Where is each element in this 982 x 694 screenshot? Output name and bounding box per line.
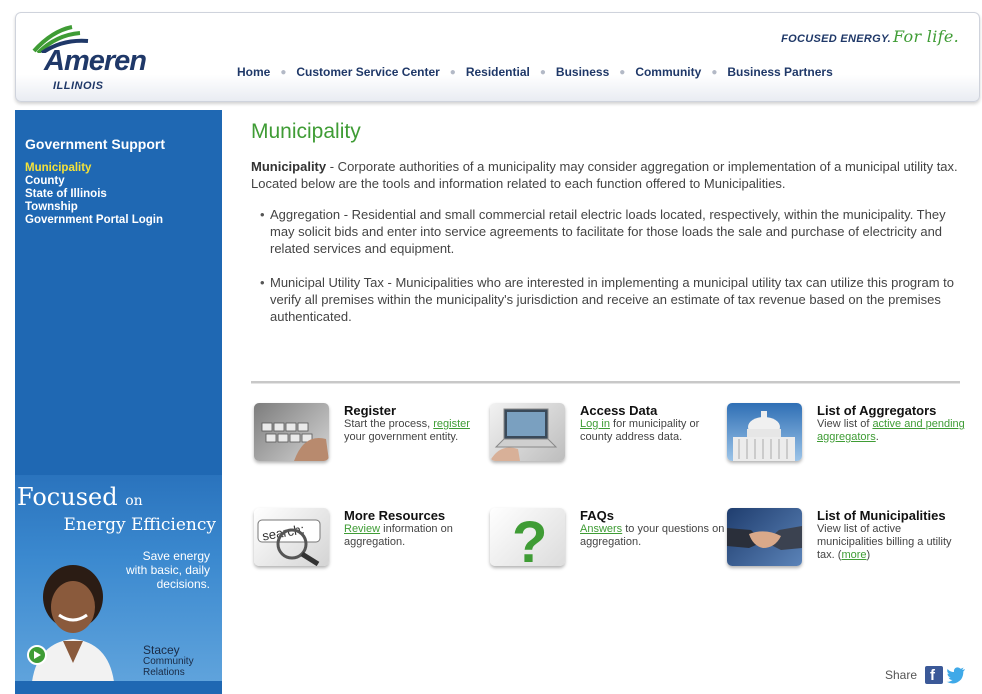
desc-text: Start the process, <box>344 418 434 430</box>
nav-business-partners[interactable]: Business Partners <box>727 65 832 79</box>
ameren-logo[interactable]: Ameren ILLINOIS <box>26 23 166 92</box>
tile-register-desc: Start the process, register your governm… <box>344 418 494 444</box>
search-graphic: search: <box>257 519 321 566</box>
handshake-graphic <box>727 526 802 550</box>
desc-text: . <box>875 431 879 443</box>
sidebar-item-government-portal-login[interactable]: Government Portal Login <box>25 214 163 227</box>
promo-save-line: Save energy <box>142 549 210 563</box>
nav-residential[interactable]: Residential <box>466 65 530 79</box>
more-link[interactable]: more <box>841 549 866 561</box>
section-divider <box>251 381 960 384</box>
nav-home[interactable]: Home <box>237 65 270 79</box>
facebook-icon[interactable] <box>925 666 944 684</box>
promo-person-name: Stacey <box>143 643 180 657</box>
sidebar: Government Support Municipality County S… <box>15 110 222 694</box>
promo-person-role: Community Relations <box>143 656 194 678</box>
search-icon[interactable]: search: <box>254 508 329 566</box>
tile-access-data-text: Access Data Log in for municipality or c… <box>580 403 730 444</box>
svg-text:?: ? <box>512 510 547 566</box>
tile-aggregators-title[interactable]: List of Aggregators <box>817 403 967 418</box>
desc-text: View list of <box>817 418 873 430</box>
question-graphic: ? <box>512 510 547 566</box>
tile-more-resources-text: More Resources Review information on agg… <box>344 508 494 549</box>
tile-aggregators-desc: View list of active and pending aggregat… <box>817 418 967 444</box>
promo-save-line: with basic, daily <box>125 563 210 577</box>
promo-energy-efficiency: Energy Efficiency <box>63 515 216 535</box>
tile-aggregators-text: List of Aggregators View list of active … <box>817 403 967 444</box>
function-list: Aggregation - Residential and small comm… <box>260 206 963 325</box>
share-bar: Share <box>885 666 966 684</box>
logo-subtitle: ILLINOIS <box>53 80 104 92</box>
keyboard-icon[interactable] <box>254 403 329 461</box>
tile-faqs-text: FAQs Answers to your questions on aggreg… <box>580 508 730 549</box>
tile-municipalities-title[interactable]: List of Municipalities <box>817 508 967 523</box>
tile-register-title[interactable]: Register <box>344 403 494 418</box>
sidebar-title: Government Support <box>25 136 166 152</box>
nav-separator: ● <box>449 66 456 78</box>
list-item-aggregation: Aggregation - Residential and small comm… <box>260 206 963 257</box>
question-mark-icon[interactable]: ? <box>490 508 565 566</box>
nav-separator: ● <box>280 66 287 78</box>
keyboard-graphic <box>261 422 329 461</box>
promo-on-text: on <box>125 493 143 509</box>
tile-access-data-title[interactable]: Access Data <box>580 403 730 418</box>
nav-separator: ● <box>711 66 718 78</box>
share-label: Share <box>885 668 918 682</box>
register-link[interactable]: register <box>433 418 470 430</box>
nav-community[interactable]: Community <box>635 65 701 79</box>
login-link[interactable]: Log in <box>580 418 610 430</box>
tile-municipalities-desc: View list of active municipalities billi… <box>817 523 967 562</box>
sidebar-menu: Municipality County State of Illinois To… <box>25 162 163 227</box>
promo-headline: Focused on <box>17 483 143 511</box>
tile-faqs-title[interactable]: FAQs <box>580 508 730 523</box>
desc-text: your government entity. <box>344 431 459 443</box>
intro-bold: Municipality <box>251 159 327 174</box>
tile-more-resources-desc: Review information on aggregation. <box>344 523 494 549</box>
capitol-icon[interactable] <box>727 403 802 461</box>
list-item-utility-tax: Municipal Utility Tax - Municipalities w… <box>260 274 963 325</box>
promo-save-text: Save energy with basic, daily decisions. <box>126 549 210 591</box>
tagline-text: FOCUSED ENERGY. <box>781 33 891 45</box>
tile-register-text: Register Start the process, register you… <box>344 403 494 444</box>
promo-arrow-icon[interactable] <box>27 645 47 665</box>
intro-paragraph: Municipality - Corporate authorities of … <box>251 158 963 192</box>
tagline-script: For life. <box>892 27 959 46</box>
nav-separator: ● <box>539 66 546 78</box>
sidebar-item-county[interactable]: County <box>25 175 163 188</box>
promo-focused-text: Focused <box>17 483 118 511</box>
logo-wordmark: Ameren <box>44 45 147 77</box>
intro-text: - Corporate authorities of a municipalit… <box>251 159 958 191</box>
twitter-icon[interactable] <box>946 666 966 684</box>
capitol-graphic <box>733 411 795 461</box>
promo-save-line: decisions. <box>156 577 210 591</box>
tile-municipalities-text: List of Municipalities View list of acti… <box>817 508 967 562</box>
desc-text: View list of active municipalities billi… <box>817 523 952 561</box>
energy-efficiency-promo[interactable]: Focused on Energy Efficiency Save energy… <box>15 475 222 681</box>
review-link[interactable]: Review <box>344 523 380 535</box>
nav-business[interactable]: Business <box>556 65 609 79</box>
main-navigation: Home ● Customer Service Center ● Residen… <box>237 65 833 79</box>
sidebar-item-township[interactable]: Township <box>25 201 163 214</box>
desc-text: ) <box>866 549 871 561</box>
main-content: Municipality Municipality - Corporate au… <box>251 120 963 342</box>
laptop-graphic <box>490 408 558 461</box>
nav-customer-service-center[interactable]: Customer Service Center <box>296 65 439 79</box>
laptop-icon[interactable] <box>490 403 565 461</box>
handshake-icon[interactable] <box>727 508 802 566</box>
site-header: Ameren ILLINOIS FOCUSED ENERGY. For life.… <box>15 12 980 102</box>
tile-access-data-desc: Log in for municipality or county addres… <box>580 418 730 444</box>
sidebar-item-state-of-illinois[interactable]: State of Illinois <box>25 188 163 201</box>
page-title: Municipality <box>251 120 361 143</box>
nav-separator: ● <box>619 66 626 78</box>
answers-link[interactable]: Answers <box>580 523 622 535</box>
brand-tagline: FOCUSED ENERGY. For life. <box>781 27 959 46</box>
sidebar-item-municipality[interactable]: Municipality <box>25 162 163 175</box>
tile-faqs-desc: Answers to your questions on aggregation… <box>580 523 730 549</box>
tile-more-resources-title[interactable]: More Resources <box>344 508 494 523</box>
